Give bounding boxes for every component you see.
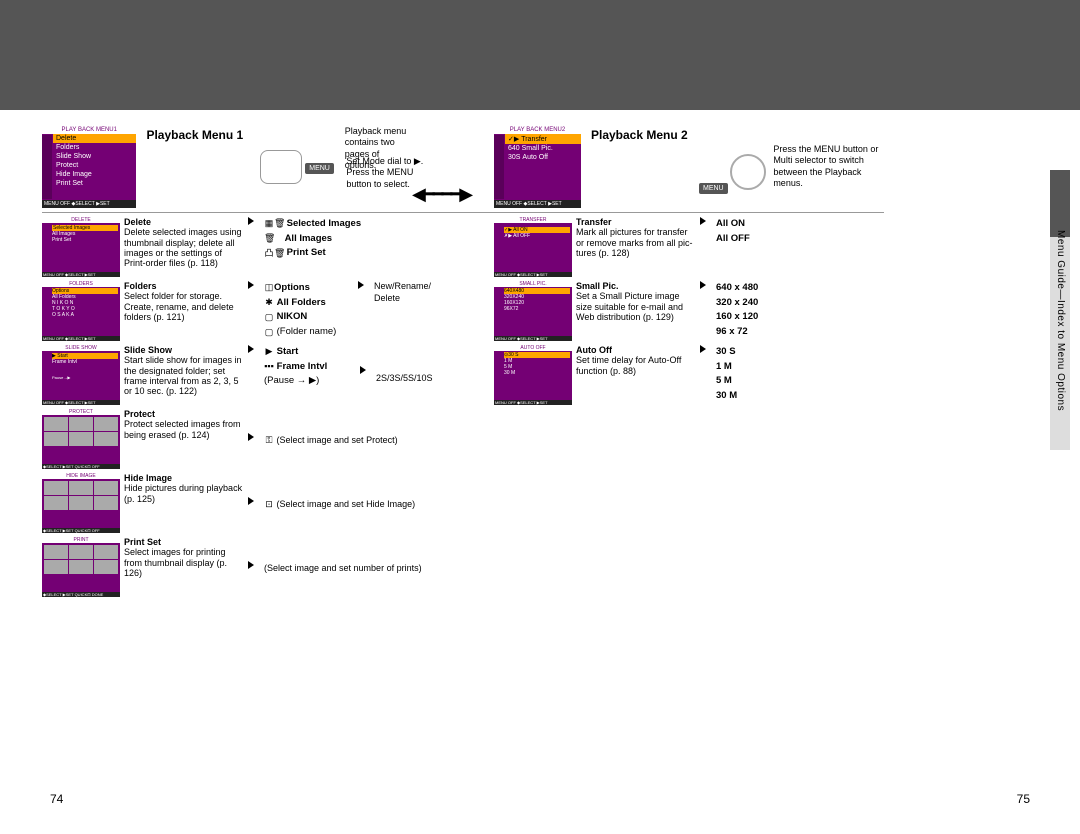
menu2-title: Playback Menu 2 [587, 126, 699, 144]
row-smallpic: SMALL PIC. 640X480 320X240 160X120 96X72… [494, 281, 884, 341]
menu1-title: Playback Menu 1 [142, 126, 260, 144]
lcd-screen-menu1: PLAY BACK MENU1 Delete Folders Slide Sho… [42, 126, 136, 208]
menu2-header: PLAY BACK MENU2 ✓▶ Transfer 640 Small Pi… [494, 126, 884, 213]
double-arrow-icon: ◀━━━━▶ [412, 184, 471, 205]
side-label: Menu Guide—Index to Menu Options [1055, 230, 1066, 411]
menu1-note: Playback menu contains two pages of opti… [345, 122, 410, 171]
menu-button-icon: MENU [699, 183, 728, 194]
lcd-delete: DELETE Selected Images All ImagesPrint S… [42, 217, 120, 277]
lcd-transfer: TRANSFER ✓▶ All ON ✗▶ All OFF MENU OFF ◆… [494, 217, 572, 277]
row-folders: FOLDERS Options All Folders N I K O N T … [42, 281, 494, 341]
page-number-right: 75 [1017, 792, 1030, 806]
row-autooff: AUTO OFF ⊙30 S 1 M 5 M 30 M MENU OFF ◆SE… [494, 345, 884, 405]
page-number-left: 74 [50, 792, 63, 806]
arrow-right-icon [700, 217, 706, 225]
row-delete: DELETE Selected Images All ImagesPrint S… [42, 217, 494, 277]
lcd-slideshow: SLIDE SHOW ▶ Start Frame Intvl Pause→▶ M… [42, 345, 120, 405]
key-icon: ⚿ [264, 435, 274, 447]
multi-selector-icon [730, 154, 766, 190]
arrow-right-icon [700, 345, 706, 353]
lcd-autooff: AUTO OFF ⊙30 S 1 M 5 M 30 M MENU OFF ◆SE… [494, 345, 572, 405]
row-print: PRINT ◆SELECT ▶SET QUICK⊡ DONE Print Set… [42, 537, 494, 597]
arrow-right-icon [358, 281, 364, 289]
playback-menu-2-column: PLAY BACK MENU2 ✓▶ Transfer 640 Small Pi… [494, 126, 884, 405]
arrow-right-icon [248, 345, 254, 353]
arrow-right-icon [248, 497, 254, 505]
row-slideshow: SLIDE SHOW ▶ Start Frame Intvl Pause→▶ M… [42, 345, 494, 405]
arrow-right-icon [360, 366, 366, 374]
lcd-smallpic: SMALL PIC. 640X480 320X240 160X120 96X72… [494, 281, 572, 341]
arrow-right-icon [248, 561, 254, 569]
mode-dial-icon [260, 150, 302, 184]
arrow-right-icon [248, 281, 254, 289]
row-protect: PROTECT ◆SELECT ▶SET QUICK⊡ OFF Protect … [42, 409, 494, 469]
playback-menu-1-column: PLAY BACK MENU1 Delete Folders Slide Sho… [42, 126, 494, 597]
lcd-print: PRINT ◆SELECT ▶SET QUICK⊡ DONE [42, 537, 120, 597]
lcd-folders: FOLDERS Options All Folders N I K O N T … [42, 281, 120, 341]
lcd-screen-menu2: PLAY BACK MENU2 ✓▶ Transfer 640 Small Pi… [494, 126, 581, 208]
row-transfer: TRANSFER ✓▶ All ON ✗▶ All OFF MENU OFF ◆… [494, 217, 884, 277]
menu2-instruction: Press the MENU button or Multi selector … [773, 126, 884, 189]
lcd-hide: HIDE IMAGE ◆SELECT ▶SET QUICK⊡ OFF [42, 473, 120, 533]
arrow-right-icon [248, 217, 254, 225]
arrow-right-icon [700, 281, 706, 289]
menu-button-icon: MENU [305, 163, 334, 174]
row-hide: HIDE IMAGE ◆SELECT ▶SET QUICK⊡ OFF Hide … [42, 473, 494, 533]
hide-icon: ⊡ [264, 499, 274, 511]
arrow-right-icon [248, 433, 254, 441]
lcd-protect: PROTECT ◆SELECT ▶SET QUICK⊡ OFF [42, 409, 120, 469]
